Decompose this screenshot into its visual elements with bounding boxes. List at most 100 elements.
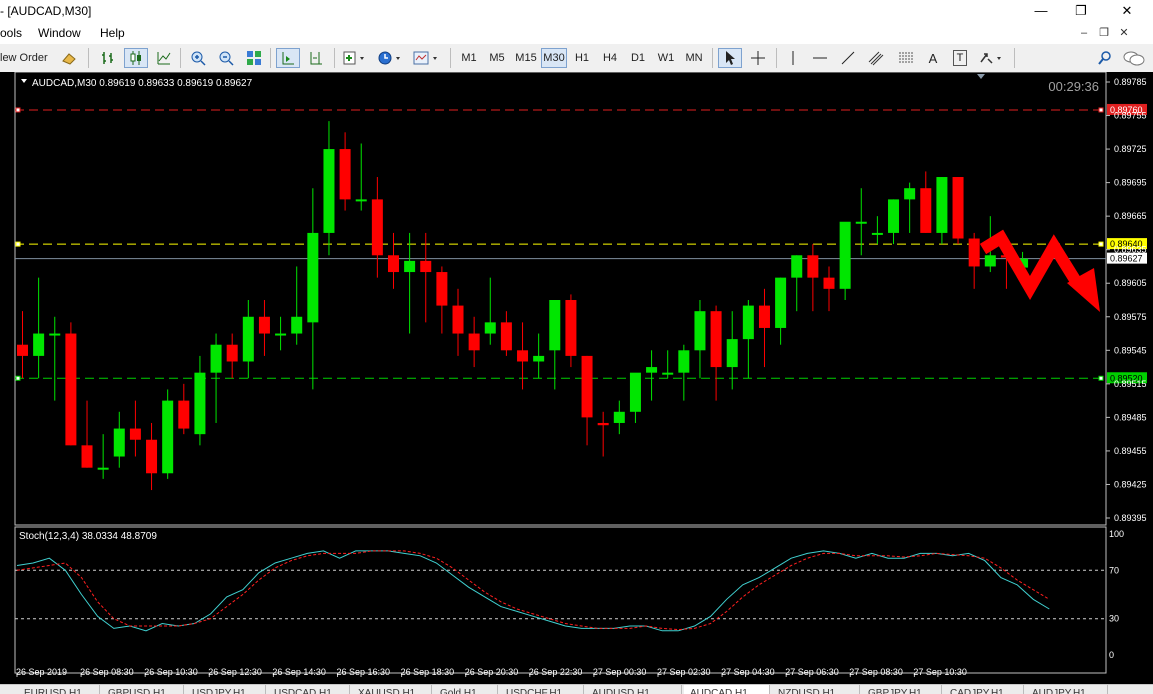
candle-body: [758, 305, 770, 328]
hline-handle-support: [15, 375, 21, 381]
price-scale-label: 0.89635: [1114, 245, 1147, 255]
timeframe-d1[interactable]: D1: [625, 48, 651, 68]
timeframe-m30[interactable]: M30: [541, 48, 567, 68]
equidistant-channel-icon[interactable]: [864, 48, 890, 68]
price-scale-label: 0.89575: [1114, 312, 1147, 322]
close-button[interactable]: ✕: [1104, 0, 1150, 22]
timeframe-h1[interactable]: H1: [569, 48, 595, 68]
price-scale-label: 0.89665: [1114, 211, 1147, 221]
stoch-signal-line: [16, 550, 1050, 631]
crosshair-icon[interactable]: [746, 48, 770, 68]
chart-minimize-button[interactable]: –: [1075, 24, 1093, 42]
candle-body: [452, 305, 464, 334]
price-scale-label: 0.89425: [1114, 479, 1147, 489]
time-axis-label: 27 Sep 02:30: [657, 667, 711, 677]
zoom-in-icon[interactable]: [186, 48, 210, 68]
new-order-button[interactable]: lew Order: [0, 48, 54, 68]
candle-body: [613, 411, 625, 423]
chat-icon[interactable]: [1120, 48, 1148, 68]
hline-handle-right-pivot: [1098, 241, 1104, 247]
bar-chart-icon[interactable]: [96, 48, 120, 68]
chart-canvas[interactable]: 0.897600.896400.895200.89627 0.897850.89…: [0, 71, 1153, 684]
candle-body: [339, 149, 351, 200]
candle-body: [371, 199, 383, 256]
time-axis-label: 26 Sep 20:30: [465, 667, 519, 677]
periods-clock-icon[interactable]: [374, 48, 406, 68]
price-scale-label: 0.89785: [1114, 77, 1147, 87]
window-title: - [AUDCAD,M30]: [0, 4, 92, 18]
candle-body: [291, 316, 303, 334]
text-tool-button[interactable]: A: [922, 48, 944, 68]
candle-body: [97, 467, 109, 470]
candle-body: [404, 260, 416, 273]
order-icon[interactable]: [58, 48, 80, 68]
menu-window[interactable]: Window: [38, 26, 81, 40]
text-label-glyph: T: [952, 50, 968, 66]
candle-body: [549, 300, 561, 351]
candle-body: [178, 400, 190, 429]
candle-body: [823, 277, 835, 289]
candle-body: [242, 316, 254, 362]
line-chart-icon[interactable]: [152, 48, 176, 68]
candle-body: [387, 255, 399, 273]
zoom-out-icon[interactable]: [214, 48, 238, 68]
candle-body: [888, 199, 900, 233]
candlestick-icon[interactable]: [124, 48, 148, 68]
menu-help[interactable]: Help: [100, 26, 125, 40]
text-label-button[interactable]: T: [948, 48, 972, 68]
price-scale-label: 0.89605: [1114, 278, 1147, 288]
price-scale-label: 0.89485: [1114, 412, 1147, 422]
timeframe-m15[interactable]: M15: [512, 48, 540, 68]
time-axis-label: 26 Sep 18:30: [401, 667, 455, 677]
timeframe-m1[interactable]: M1: [456, 48, 482, 68]
hline-handle-resistance: [15, 107, 21, 113]
chart-close-button[interactable]: ✕: [1115, 24, 1133, 42]
main-chart-frame: [14, 71, 1107, 526]
candle-body: [517, 350, 529, 362]
price-scale-label: 0.89515: [1114, 379, 1147, 389]
search-icon[interactable]: [1094, 48, 1116, 68]
timeframe-m5[interactable]: M5: [484, 48, 510, 68]
candle-body: [726, 339, 738, 368]
candle-body: [81, 445, 93, 468]
candle-body: [968, 238, 980, 267]
chart-restore-button[interactable]: ❐: [1095, 24, 1113, 42]
candle-body: [113, 428, 125, 457]
time-axis-label: 27 Sep 10:30: [913, 667, 967, 677]
arrows-icon[interactable]: [976, 48, 1008, 68]
price-scale-label: 0.89545: [1114, 345, 1147, 355]
time-axis-label: 26 Sep 2019: [16, 667, 67, 677]
timeframe-h4[interactable]: H4: [597, 48, 623, 68]
cursor-icon[interactable]: [718, 48, 742, 68]
candle-body: [581, 355, 593, 418]
candle-body: [984, 255, 996, 267]
auto-scroll-icon[interactable]: [276, 48, 300, 68]
candle-body: [484, 322, 496, 334]
timeframe-mn[interactable]: MN: [681, 48, 707, 68]
menu-bar: ools Window Help: [0, 22, 1153, 44]
menu-tools[interactable]: ools: [0, 26, 22, 40]
chart-window[interactable]: 0.89760 0.89640 0.89520 0.89627 0.89785 0.89…: [0, 71, 1153, 684]
candle-body: [307, 232, 319, 323]
trendline-icon[interactable]: [836, 48, 860, 68]
chart-shift-icon[interactable]: [304, 48, 328, 68]
restore-button[interactable]: ❐: [1058, 0, 1104, 22]
candle-body: [775, 277, 787, 328]
stoch-frame: [14, 526, 1107, 674]
time-axis-label: 26 Sep 08:30: [80, 667, 134, 677]
horizontal-line-icon[interactable]: [808, 48, 832, 68]
vertical-line-icon[interactable]: [782, 48, 804, 68]
price-scale-label: 0.89695: [1114, 178, 1147, 188]
time-axis-label: 26 Sep 12:30: [208, 667, 262, 677]
templates-icon[interactable]: [410, 48, 444, 68]
time-axis-label: 27 Sep 08:30: [849, 667, 903, 677]
collapse-triangle-icon[interactable]: [21, 79, 27, 83]
timeframe-w1[interactable]: W1: [653, 48, 679, 68]
candle-body: [420, 260, 432, 273]
tile-windows-icon[interactable]: [242, 48, 266, 68]
candle-body: [49, 333, 61, 336]
indicators-icon[interactable]: [340, 48, 370, 68]
candle-body: [33, 333, 45, 356]
fibonacci-icon[interactable]: [894, 48, 920, 68]
candle-body: [468, 333, 480, 351]
